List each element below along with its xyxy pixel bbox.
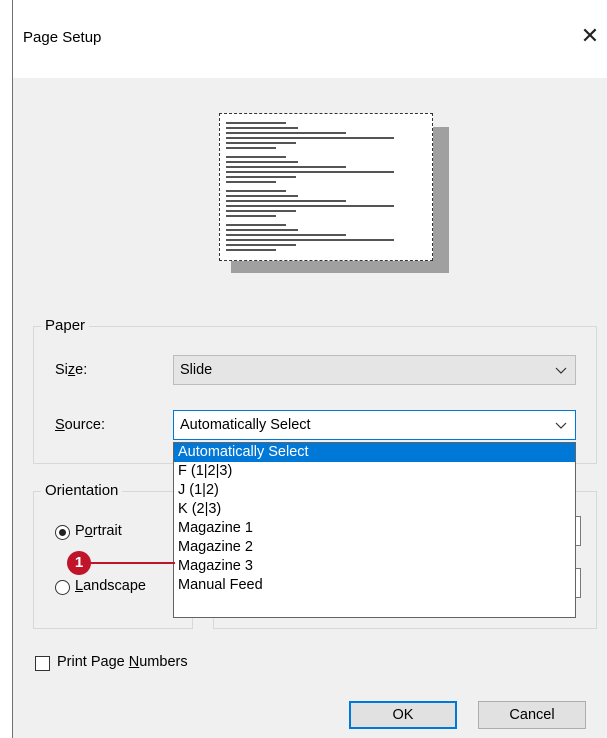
source-dropdown-value: Automatically Select <box>180 417 311 433</box>
page-setup-dialog: Page Setup ✕ Paper Size: Slide Source: A… <box>12 0 607 738</box>
dialog-title: Page Setup <box>23 29 102 46</box>
landscape-radio[interactable] <box>55 580 70 595</box>
title-bar: Page Setup ✕ <box>13 0 607 78</box>
page-preview <box>219 113 433 261</box>
source-dropdown[interactable]: Automatically Select <box>173 410 576 440</box>
source-option[interactable]: K (2|3) <box>174 500 575 519</box>
source-option[interactable]: Magazine 3 <box>174 557 575 576</box>
source-option[interactable]: Automatically Select <box>174 443 575 462</box>
source-option[interactable]: Manual Feed <box>174 576 575 595</box>
source-option[interactable]: F (1|2|3) <box>174 462 575 481</box>
portrait-label[interactable]: Portrait <box>75 523 122 539</box>
paper-group-label: Paper <box>41 317 90 334</box>
source-option[interactable]: J (1|2) <box>174 481 575 500</box>
close-icon[interactable]: ✕ <box>576 22 604 50</box>
print-page-numbers-label[interactable]: Print Page Numbers <box>57 654 188 670</box>
landscape-label[interactable]: Landscape <box>75 578 146 594</box>
size-dropdown[interactable]: Slide <box>173 355 576 385</box>
ok-button[interactable]: OK <box>349 701 457 729</box>
orientation-group <box>33 491 193 629</box>
callout-badge: 1 <box>67 551 91 575</box>
source-dropdown-list[interactable]: Automatically Select F (1|2|3) J (1|2) K… <box>173 442 576 618</box>
size-label: Size: <box>55 362 88 378</box>
portrait-radio[interactable] <box>55 525 70 540</box>
chevron-down-icon <box>555 422 567 429</box>
print-page-numbers-checkbox[interactable] <box>35 656 50 671</box>
source-option[interactable]: Magazine 2 <box>174 538 575 557</box>
cancel-button[interactable]: Cancel <box>478 701 586 729</box>
portrait-radio-dot <box>59 529 66 536</box>
orientation-group-label: Orientation <box>41 482 123 499</box>
source-option[interactable]: Magazine 1 <box>174 519 575 538</box>
size-dropdown-value: Slide <box>180 362 213 378</box>
chevron-down-icon <box>555 367 567 374</box>
callout-line <box>79 562 175 564</box>
source-label: Source: <box>55 417 105 433</box>
